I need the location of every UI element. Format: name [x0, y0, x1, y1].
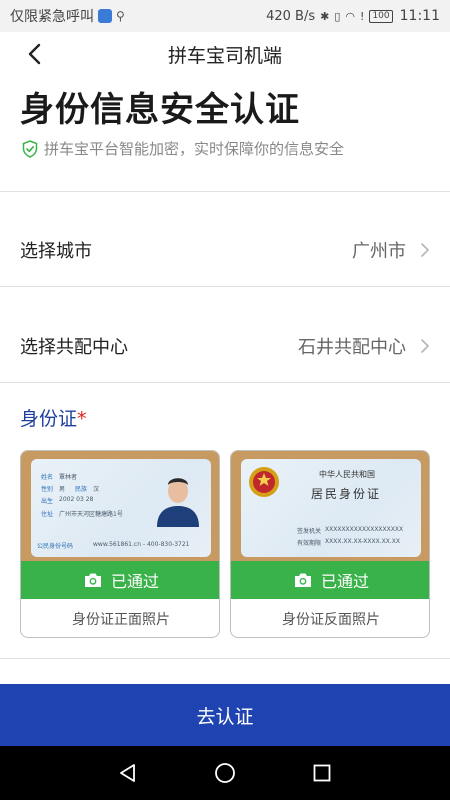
id-authority: XXXXXXXXXXXXXXXXXXX	[325, 526, 404, 533]
status-bar: 仅限紧急呼叫 ⚲ 420 B/s ✱ ▯ ◠ ! 100 11:11	[0, 0, 450, 32]
id-addr-label: 住址	[41, 511, 54, 518]
national-emblem-icon	[249, 467, 279, 497]
id-back-status-text: 已通过	[320, 572, 369, 591]
battery-icon: 100	[369, 9, 393, 23]
carrier-text: 仅限紧急呼叫	[10, 9, 94, 25]
submit-verification-button[interactable]: 去认证	[0, 684, 450, 746]
select-center-label: 选择共配中心	[20, 337, 128, 358]
id-watermark: www.561861.cn - 400-830-3721	[93, 541, 190, 548]
select-city-value: 广州市	[352, 241, 406, 262]
id-birth-label: 出生	[41, 498, 54, 505]
id-card-name: 居民身份证	[311, 487, 382, 501]
id-back-caption: 身份证反面照片	[282, 612, 380, 628]
id-front-status-text: 已通过	[110, 572, 159, 591]
camera-icon	[84, 573, 101, 587]
bluetooth-icon: ✱	[320, 9, 330, 23]
required-mark: *	[77, 408, 87, 430]
square-recents-icon	[313, 764, 331, 782]
id-front-card-image: 姓名 覃林者 性别 男 民族 汉 出生 2002 03 28 住址 广州市天河区…	[31, 459, 211, 557]
clock: 11:11	[399, 8, 440, 24]
id-front-caption: 身份证正面照片	[72, 612, 170, 628]
system-recents-button[interactable]	[309, 760, 335, 786]
security-note: 拼车宝平台智能加密，实时保障你的信息安全	[22, 138, 344, 159]
select-center-row[interactable]: 选择共配中心 石井共配中心	[0, 316, 450, 376]
id-authority-label: 签发机关	[297, 528, 322, 535]
net-speed: 420 B/s	[266, 8, 316, 24]
id-number-label: 公民身份号码	[37, 543, 74, 550]
divider	[0, 382, 450, 383]
id-section-label: 身份证	[20, 408, 78, 430]
divider	[0, 658, 450, 659]
status-right: 420 B/s ✱ ▯ ◠ ! 100 11:11	[266, 8, 440, 24]
id-front-photo: 姓名 覃林者 性别 男 民族 汉 出生 2002 03 28 住址 广州市天河区…	[21, 451, 219, 561]
divider	[0, 191, 450, 192]
back-button[interactable]	[20, 40, 48, 68]
security-note-text: 拼车宝平台智能加密，实时保障你的信息安全	[44, 140, 345, 158]
id-back-upload[interactable]: 中华人民共和国 居民身份证 签发机关 XXXXXXXXXXXXXXXXXXX 有…	[230, 450, 430, 638]
id-birth: 2002 03 28	[59, 496, 94, 503]
select-center-value: 石井共配中心	[298, 337, 406, 358]
id-valid: XXXX.XX.XX-XXXX.XX.XX	[325, 538, 400, 545]
nav-title: 拼车宝司机端	[167, 44, 282, 67]
id-ethnic-label: 民族	[75, 486, 88, 493]
nav-bar: 拼车宝司机端	[0, 32, 450, 76]
status-left: 仅限紧急呼叫 ⚲	[10, 6, 266, 26]
system-back-button[interactable]	[115, 760, 141, 786]
chevron-right-icon	[421, 339, 429, 353]
shield-check-icon	[22, 139, 38, 158]
system-nav-bar	[0, 746, 450, 800]
id-back-status-badge: 已通过	[231, 561, 429, 599]
system-home-button[interactable]	[212, 760, 238, 786]
id-valid-label: 有效期限	[297, 540, 322, 547]
id-front-status-badge: 已通过	[21, 561, 219, 599]
id-sex: 男	[59, 486, 66, 493]
id-back-photo: 中华人民共和国 居民身份证 签发机关 XXXXXXXXXXXXXXXXXXX 有…	[231, 451, 429, 561]
chevron-right-icon	[421, 243, 429, 257]
id-back-card-image: 中华人民共和国 居民身份证 签发机关 XXXXXXXXXXXXXXXXXXX 有…	[241, 459, 421, 557]
wifi-icon: ◠	[345, 9, 356, 23]
chevron-left-icon	[28, 43, 41, 65]
divider	[0, 286, 450, 287]
id-sex-label: 性别	[41, 486, 54, 493]
usb-icon: ⚲	[116, 9, 125, 23]
page-title: 身份信息安全认证	[20, 90, 300, 130]
app-notification-icon	[98, 9, 112, 23]
id-ethnic: 汉	[93, 486, 100, 493]
camera-icon	[294, 573, 311, 587]
id-name: 覃林者	[59, 474, 78, 481]
select-city-row[interactable]: 选择城市 广州市	[0, 220, 450, 280]
triangle-back-icon	[120, 764, 136, 782]
id-section-title: 身份证*	[20, 404, 87, 431]
circle-home-icon	[215, 763, 235, 783]
portrait-image	[157, 478, 199, 527]
id-name-label: 姓名	[41, 474, 54, 481]
id-addr: 广州市天河区糖塘路1号	[59, 511, 123, 518]
vibrate-icon: ▯	[334, 9, 341, 23]
id-country: 中华人民共和国	[319, 470, 375, 479]
select-city-label: 选择城市	[20, 241, 92, 262]
id-front-upload[interactable]: 姓名 覃林者 性别 男 民族 汉 出生 2002 03 28 住址 广州市天河区…	[20, 450, 220, 638]
alert-icon: !	[360, 9, 365, 23]
